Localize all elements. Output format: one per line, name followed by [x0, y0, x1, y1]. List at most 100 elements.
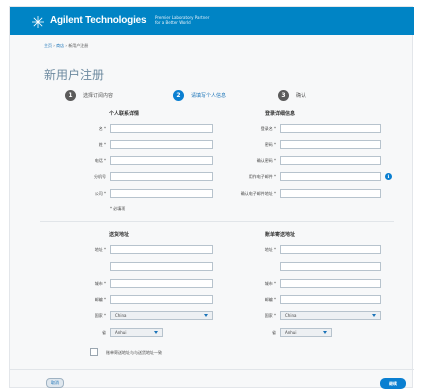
- extension-row: 分机号: [40, 172, 106, 182]
- billing-country-row: 国家 *: [210, 311, 276, 321]
- chevron-down-icon: [154, 331, 158, 334]
- extension-input[interactable]: [110, 172, 213, 181]
- billing-province-label: 省: [272, 330, 276, 335]
- phone-row: 电话 *: [40, 156, 106, 166]
- shipping-province-value: Anhui: [115, 330, 127, 335]
- billing-address-row: 地址 *: [210, 245, 276, 255]
- billing-address-label: 地址 *: [264, 247, 276, 252]
- last-name-label: 姓 *: [98, 142, 106, 147]
- billing-postcode-input[interactable]: [280, 295, 381, 304]
- first-name-input[interactable]: [110, 124, 213, 133]
- confirm-password-input[interactable]: [280, 156, 381, 165]
- billing-heading: 账单寄送地址: [265, 232, 296, 238]
- first-name-label: 名 *: [98, 126, 106, 131]
- last-name-row: 姓 *: [40, 140, 106, 150]
- company-input[interactable]: [110, 189, 213, 198]
- billing-city-input[interactable]: [280, 279, 381, 288]
- last-name-input[interactable]: [110, 140, 213, 149]
- billing-province-select[interactable]: Anhui: [280, 328, 332, 337]
- confirm-password-row: 确认密码 *: [210, 156, 276, 166]
- shipping-country-select[interactable]: China: [110, 311, 213, 320]
- billing-country-select[interactable]: China: [280, 311, 381, 320]
- shipping-address-label: 地址 *: [94, 247, 106, 252]
- info-icon[interactable]: i: [385, 173, 392, 180]
- same-address-checkbox[interactable]: [90, 348, 98, 356]
- step-number: 1: [65, 90, 76, 101]
- cancel-button[interactable]: 取消: [46, 378, 64, 388]
- shipping-province-select[interactable]: Anhui: [110, 328, 163, 337]
- required-note: * 必填项: [110, 206, 126, 211]
- username-input[interactable]: [280, 124, 381, 133]
- shipping-country-label: 国家 *: [94, 313, 106, 318]
- email-input[interactable]: [280, 172, 381, 181]
- site-header: Agilent Technologies Premier Laboratory …: [10, 7, 414, 35]
- billing-postcode-label: 邮编 *: [264, 297, 276, 302]
- breadcrumb-store[interactable]: 商店: [56, 43, 64, 48]
- password-row: 密码 *: [210, 140, 276, 150]
- step-3: 3 确认: [278, 90, 306, 101]
- same-address-label[interactable]: 账单寄送地址与与送货地址一致: [106, 350, 162, 356]
- password-input[interactable]: [280, 140, 381, 149]
- billing-postcode-row: 邮编 *: [210, 295, 276, 305]
- billing-city-row: 城市 *: [210, 279, 276, 289]
- chevron-down-icon: [204, 314, 208, 317]
- shipping-city-label: 城市 *: [94, 281, 106, 286]
- step-2: 2 请填写个人信息: [173, 90, 226, 101]
- username-label: 登录名 *: [260, 126, 276, 131]
- company-label: 公司 *: [94, 191, 106, 196]
- step-label: 确认: [296, 93, 307, 99]
- breadcrumb-home[interactable]: 主页: [44, 43, 52, 48]
- tagline: Premier Laboratory Partner for a Better …: [155, 15, 235, 25]
- breadcrumb: 主页 › 商店 › 新用户注册: [44, 43, 88, 49]
- shipping-heading: 送货地址: [109, 232, 130, 238]
- shipping-province-label: 省: [102, 330, 106, 335]
- agilent-spark-icon: [32, 16, 44, 28]
- personal-details-heading: 个人联系详情: [109, 111, 140, 117]
- step-number: 3: [278, 90, 289, 101]
- billing-country-value: China: [285, 313, 297, 318]
- step-1: 1 选择订阅内容: [65, 90, 113, 101]
- shipping-address-input-1[interactable]: [110, 245, 213, 254]
- next-button[interactable]: 继续: [380, 378, 406, 389]
- step-label: 选择订阅内容: [83, 93, 114, 99]
- shipping-address-input-2[interactable]: [110, 262, 213, 271]
- confirm-email-input[interactable]: [280, 189, 381, 198]
- billing-province-value: Anhui: [285, 330, 297, 335]
- footer-divider: [10, 369, 414, 370]
- first-name-row: 名 *: [40, 124, 106, 134]
- breadcrumb-current: 新用户注册: [68, 43, 89, 48]
- shipping-city-row: 城市 *: [40, 279, 106, 289]
- section-divider: [40, 221, 394, 222]
- confirm-email-label: 确认电子邮件地址 *: [240, 191, 276, 196]
- chevron-down-icon: [323, 331, 327, 334]
- phone-input[interactable]: [110, 156, 213, 165]
- shipping-country-row: 国家 *: [40, 311, 106, 321]
- logo-text[interactable]: Agilent Technologies: [50, 15, 147, 26]
- chevron-down-icon: [372, 314, 376, 317]
- shipping-postcode-input[interactable]: [110, 295, 213, 304]
- tagline-line2: for a Better World: [155, 20, 191, 25]
- page-title: 新用户注册: [44, 68, 105, 82]
- billing-city-label: 城市 *: [264, 281, 276, 286]
- billing-address-input-1[interactable]: [280, 245, 381, 254]
- company-row: 公司 *: [40, 189, 106, 199]
- billing-country-label: 国家 *: [264, 313, 276, 318]
- password-label: 密码 *: [264, 142, 276, 147]
- step-label: 请填写个人信息: [191, 93, 227, 99]
- shipping-city-input[interactable]: [110, 279, 213, 288]
- step-number: 2: [173, 90, 184, 101]
- shipping-country-value: China: [115, 313, 127, 318]
- username-row: 登录名 *: [210, 124, 276, 134]
- billing-province-row: 省: [210, 328, 276, 338]
- shipping-address-row: 地址 *: [40, 245, 106, 255]
- phone-label: 电话 *: [94, 158, 106, 163]
- email-row: 用作电子邮件 *: [210, 172, 276, 182]
- shipping-province-row: 省: [40, 328, 106, 338]
- extension-label: 分机号: [94, 174, 106, 179]
- confirm-password-label: 确认密码 *: [256, 158, 276, 163]
- email-label: 用作电子邮件 *: [248, 174, 276, 179]
- shipping-postcode-label: 邮编 *: [94, 297, 106, 302]
- shipping-postcode-row: 邮编 *: [40, 295, 106, 305]
- billing-address-input-2[interactable]: [280, 262, 381, 271]
- registration-page: Agilent Technologies Premier Laboratory …: [9, 6, 414, 389]
